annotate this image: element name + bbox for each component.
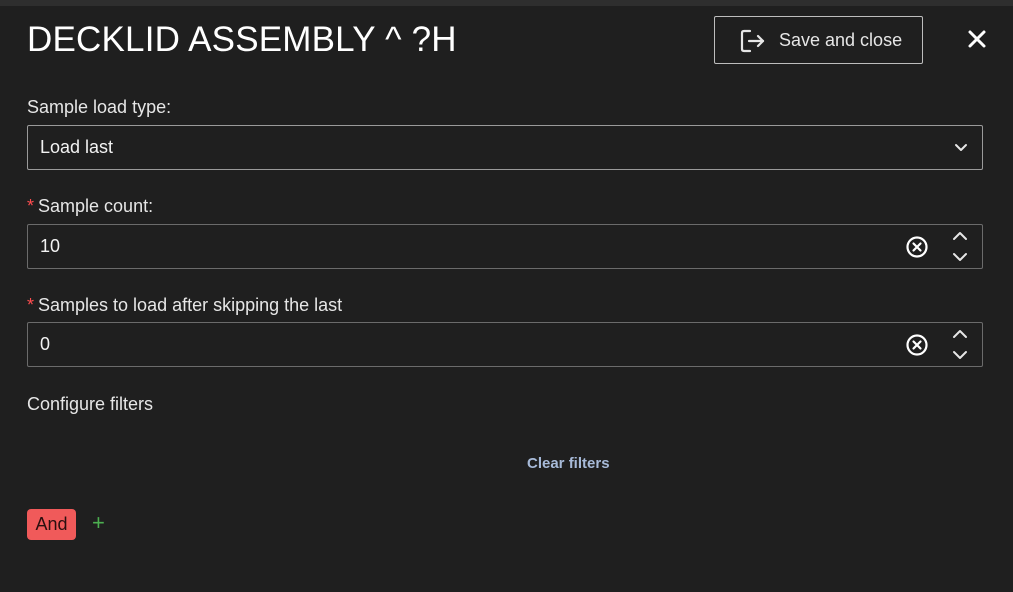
save-and-close-label: Save and close <box>779 30 903 50</box>
required-marker: * <box>27 196 35 216</box>
required-marker: * <box>27 295 35 315</box>
chevron-up-icon[interactable] <box>950 229 970 243</box>
load-type-value: Load last <box>40 137 114 157</box>
exit-icon <box>740 29 765 53</box>
skip-count-value: 0 <box>40 334 51 354</box>
load-type-select[interactable]: Load last <box>27 125 983 170</box>
sample-count-label: * Sample count: <box>27 196 153 217</box>
close-icon[interactable] <box>962 24 992 54</box>
skip-count-label-text: Samples to load after skipping the last <box>38 295 343 315</box>
add-filter-button[interactable]: + <box>92 511 110 535</box>
filter-operator-and-button[interactable]: And <box>27 509 76 540</box>
window-top-strip <box>0 0 1013 6</box>
sample-count-label-text: Sample count: <box>38 196 154 216</box>
chevron-down-icon <box>955 144 967 151</box>
chevron-up-icon[interactable] <box>950 327 970 341</box>
load-type-label: Sample load type: <box>27 97 172 117</box>
sample-count-input[interactable]: 10 <box>27 224 983 269</box>
save-and-close-button[interactable]: Save and close <box>714 16 923 64</box>
clear-circle-icon[interactable] <box>905 235 929 259</box>
chevron-down-icon[interactable] <box>950 250 970 264</box>
chevron-down-icon[interactable] <box>950 348 970 362</box>
configure-filters-heading: Configure filters <box>27 394 154 414</box>
sample-count-value: 10 <box>40 236 61 256</box>
clear-filters-link[interactable]: Clear filters <box>527 455 610 472</box>
page-title: DECKLID ASSEMBLY ^ ?H <box>27 20 457 59</box>
skip-count-input[interactable]: 0 <box>27 322 983 367</box>
skip-count-label: * Samples to load after skipping the last <box>27 295 342 316</box>
clear-circle-icon[interactable] <box>905 333 929 357</box>
